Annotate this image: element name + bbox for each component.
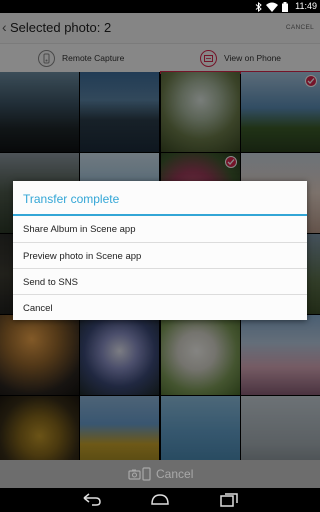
share-album-option[interactable]: Share Album in Scene app xyxy=(13,216,307,242)
preview-photo-option[interactable]: Preview photo in Scene app xyxy=(13,242,307,268)
battery-icon xyxy=(282,1,288,12)
option-label: Send to SNS xyxy=(23,277,78,288)
bottom-cancel-bar[interactable]: Cancel xyxy=(0,460,320,488)
camera-phone-icon xyxy=(128,467,151,481)
status-icons xyxy=(255,1,288,12)
bottom-cancel-label: Cancel xyxy=(156,467,194,481)
dialog-cancel-option[interactable]: Cancel xyxy=(13,294,307,320)
option-label: Preview photo in Scene app xyxy=(23,251,142,262)
navigation-bar xyxy=(0,488,320,512)
status-time: 11:49 xyxy=(295,1,317,11)
wifi-icon xyxy=(266,2,278,12)
option-label: Share Album in Scene app xyxy=(23,224,136,235)
send-to-sns-option[interactable]: Send to SNS xyxy=(13,268,307,294)
recent-apps-icon[interactable] xyxy=(219,492,239,508)
transfer-complete-dialog: Transfer complete Share Album in Scene a… xyxy=(13,181,307,320)
status-bar: 11:49 xyxy=(0,0,320,13)
dialog-title: Transfer complete xyxy=(23,192,120,206)
bluetooth-icon xyxy=(255,1,262,12)
home-icon[interactable] xyxy=(150,492,170,508)
back-icon[interactable] xyxy=(82,492,102,508)
option-label: Cancel xyxy=(23,303,53,314)
